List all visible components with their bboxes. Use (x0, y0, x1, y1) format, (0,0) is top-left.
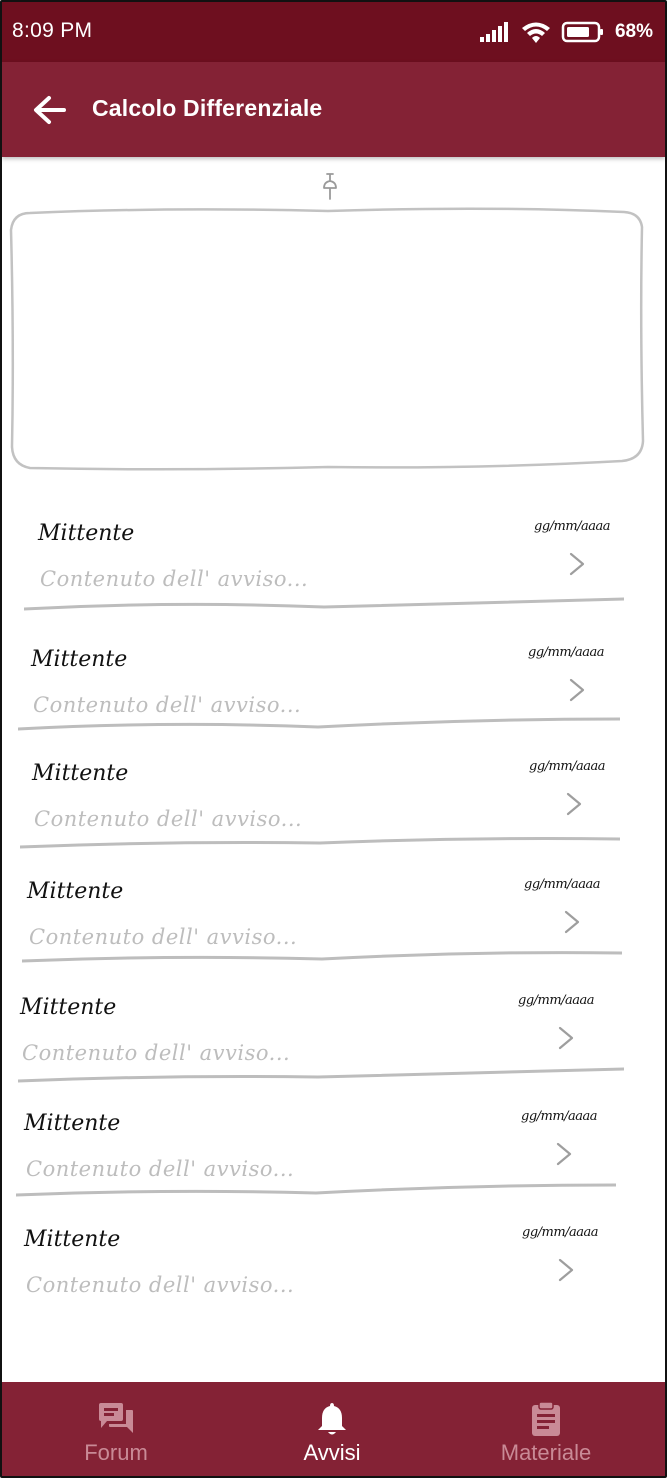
nav-label-avvisi: Avvisi (303, 1440, 361, 1465)
notice-divider (16, 1183, 616, 1197)
notice-sender: Mittente (20, 995, 117, 1020)
notice-item[interactable]: Mittente gg/mm/aaaa Contenuto dell' avviso… (2, 875, 665, 991)
notice-sender: Mittente (24, 1111, 121, 1136)
notice-preview: Contenuto dell' avviso... (29, 925, 298, 949)
notice-divider (22, 951, 622, 963)
sketch-placeholder-box (9, 207, 645, 471)
notice-preview: Contenuto dell' avviso... (22, 1041, 291, 1065)
notice-item[interactable]: Mittente gg/mm/aaaa Contenuto dell' avviso… (2, 1223, 665, 1339)
clipboard-icon (532, 1401, 560, 1436)
notice-date: gg/mm/aaaa (518, 993, 595, 1008)
chevron-right-icon[interactable] (565, 791, 583, 817)
notice-sender: Mittente (24, 1227, 121, 1252)
chevron-right-icon[interactable] (568, 677, 586, 703)
notice-item[interactable]: Mittente gg/mm/aaaa Contenuto dell' avviso… (2, 1107, 665, 1223)
notice-divider (24, 597, 624, 611)
status-time: 8:09 PM (12, 19, 93, 42)
bell-icon (318, 1403, 346, 1435)
notice-preview: Contenuto dell' avviso... (34, 807, 303, 831)
nav-item-forum[interactable]: Forum (26, 1382, 206, 1476)
notice-item[interactable]: Mittente gg/mm/aaaa Contenuto dell' avviso… (2, 643, 665, 759)
page-title: Calcolo Differenziale (92, 95, 323, 121)
chevron-right-icon[interactable] (563, 909, 581, 935)
battery-percent: 68% (614, 21, 653, 42)
status-bar: 8:09 PM 68% (2, 2, 665, 62)
signal-icon (479, 22, 508, 42)
arrow-back-icon[interactable] (30, 92, 70, 128)
notices-content: Mittente gg/mm/aaaa Contenuto dell' avviso… (2, 157, 665, 1382)
notice-date: gg/mm/aaaa (534, 519, 611, 534)
nav-item-materiale[interactable]: Materiale (456, 1382, 636, 1476)
notice-date: gg/mm/aaaa (529, 759, 606, 774)
notice-sender: Mittente (31, 647, 128, 672)
notice-date: gg/mm/aaaa (528, 645, 605, 660)
notice-preview: Contenuto dell' avviso... (26, 1157, 295, 1181)
bottom-navigation: Forum Avvisi Materiale (2, 1382, 665, 1476)
notice-divider (20, 837, 620, 849)
chevron-right-icon[interactable] (568, 551, 586, 577)
wifi-icon (521, 22, 550, 43)
notice-divider (18, 717, 620, 731)
forum-icon (99, 1403, 133, 1433)
status-icons: 68% (479, 18, 653, 46)
notice-date: gg/mm/aaaa (522, 1225, 599, 1240)
battery-icon (561, 21, 603, 43)
notice-sender: Mittente (38, 521, 135, 546)
notice-sender: Mittente (32, 761, 129, 786)
phone-screen: 8:09 PM 68% Calcolo Differenziale Mitten… (0, 0, 667, 1478)
notice-preview: Contenuto dell' avviso... (33, 693, 302, 717)
notice-date: gg/mm/aaaa (521, 1109, 598, 1124)
chevron-right-icon[interactable] (557, 1025, 575, 1051)
nav-item-avvisi[interactable]: Avvisi (242, 1382, 422, 1476)
pin-icon (323, 173, 337, 200)
notice-preview: Contenuto dell' avviso... (26, 1273, 295, 1297)
notice-divider (18, 1067, 624, 1083)
app-bar: Calcolo Differenziale (2, 62, 665, 157)
nav-label-forum: Forum (84, 1440, 148, 1465)
chevron-right-icon[interactable] (555, 1141, 573, 1167)
notice-date: gg/mm/aaaa (524, 877, 601, 892)
chevron-right-icon[interactable] (557, 1257, 575, 1283)
notice-sender: Mittente (27, 879, 124, 904)
nav-label-materiale: Materiale (500, 1440, 592, 1465)
notice-preview: Contenuto dell' avviso... (40, 567, 309, 591)
